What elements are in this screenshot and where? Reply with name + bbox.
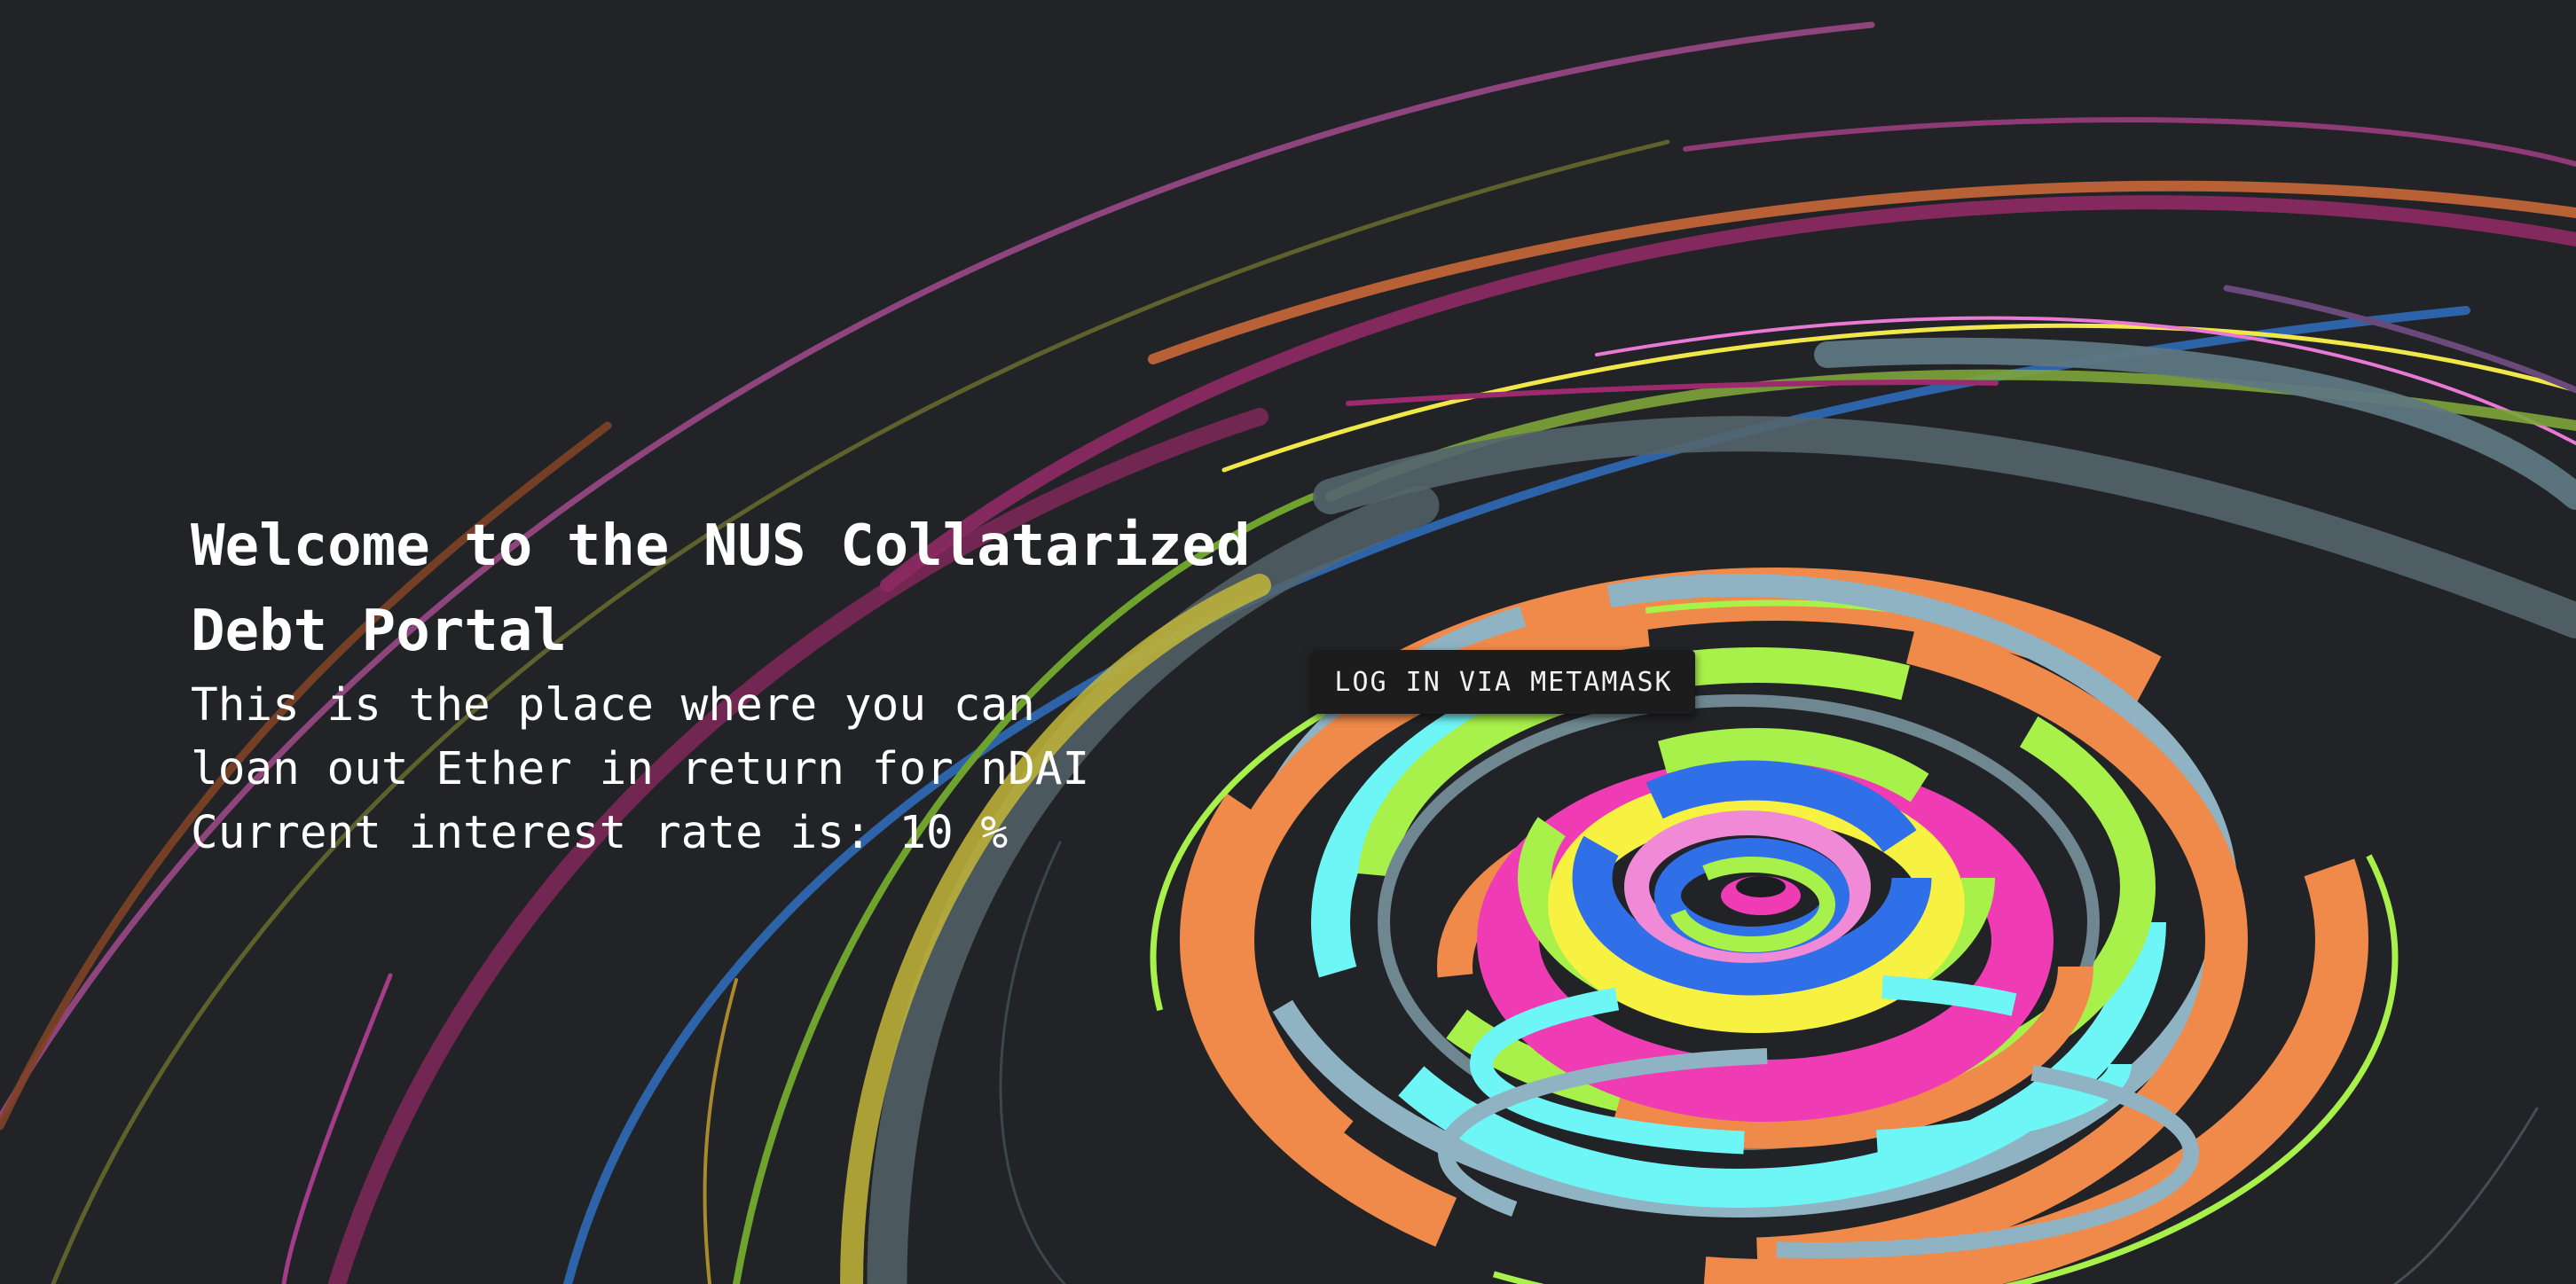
description-line-2: loan out Ether in return for nDAI <box>191 743 1090 795</box>
landing-page: Welcome to the NUS Collatarized Debt Por… <box>0 0 2576 1284</box>
interest-rate-unit: % <box>953 807 1009 859</box>
page-title: Welcome to the NUS Collatarized Debt Por… <box>191 513 1251 664</box>
interest-rate-row: Current interest rate is: 10 % <box>191 802 1344 865</box>
interest-rate-value: 10 <box>899 807 954 859</box>
login-metamask-button[interactable]: LOG IN VIA METAMASK <box>1312 650 1695 714</box>
hero-section: Welcome to the NUS Collatarized Debt Por… <box>191 504 1344 865</box>
description-line-1: This is the place where you can <box>191 679 1035 732</box>
interest-rate-label: Current interest rate is: <box>191 807 899 859</box>
